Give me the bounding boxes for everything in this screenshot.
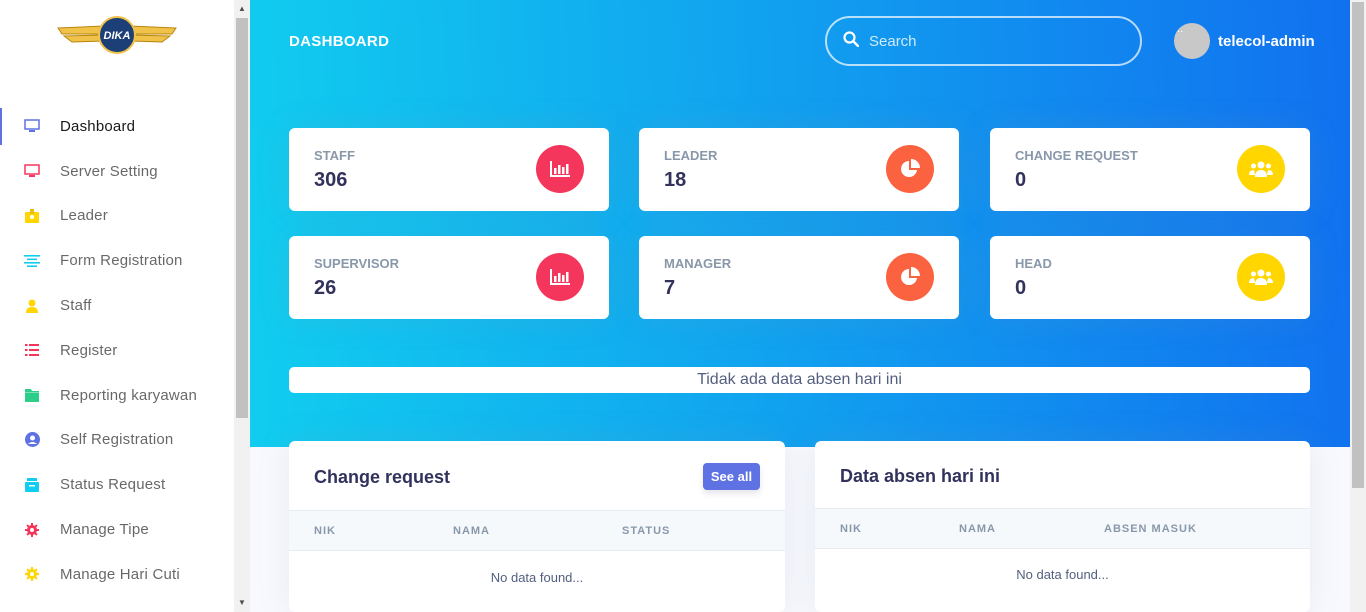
bar-chart-icon: [536, 253, 584, 301]
scroll-up-arrow-icon[interactable]: ▲: [234, 2, 250, 16]
sidebar-item-label: Status Request: [60, 476, 166, 494]
column-header[interactable]: NAMA: [959, 523, 996, 535]
sidebar-item-dashboard[interactable]: Dashboard: [0, 104, 234, 149]
bullet-list-icon: [24, 342, 40, 358]
sidebar-item-manage-tipe[interactable]: Manage Tipe: [0, 507, 234, 552]
change-request-panel: Change request See all NIK NAMA STATUS N…: [289, 441, 785, 612]
stat-card-leader: LEADER 18: [639, 128, 959, 211]
sidebar-item-register[interactable]: Register: [0, 328, 234, 373]
stat-value: 7: [664, 277, 676, 299]
user-circle-icon: [24, 432, 40, 448]
sidebar-item-status-request[interactable]: Status Request: [0, 462, 234, 507]
search-box[interactable]: [825, 16, 1142, 66]
column-header[interactable]: NIK: [314, 525, 336, 537]
sidebar-item-label: Reporting karyawan: [60, 386, 198, 404]
stat-value: 26: [314, 277, 337, 299]
sidebar-item-label: Register: [60, 341, 118, 359]
sidebar-item-leader[interactable]: Leader: [0, 194, 234, 239]
scrollbar-thumb[interactable]: [236, 18, 248, 418]
stat-value: 306: [314, 169, 348, 191]
stat-title: HEAD: [1015, 256, 1052, 271]
stat-card-supervisor: SUPERVISOR 26: [289, 236, 609, 319]
sidebar-nav: Dashboard Server Setting Leader Form Reg…: [0, 104, 234, 597]
bar-chart-icon: [536, 145, 584, 193]
stat-title: STAFF: [314, 148, 355, 163]
pie-chart-icon: [886, 145, 934, 193]
column-header[interactable]: NIK: [840, 523, 862, 535]
monitor-icon: [24, 163, 40, 179]
table-header: NIK NAMA STATUS: [289, 510, 785, 551]
stat-title: MANAGER: [664, 256, 732, 271]
dika-logo[interactable]: DIKA: [54, 14, 180, 58]
empty-message: No data found...: [490, 570, 584, 585]
table-header: NIK NAMA ABSEN MASUK: [815, 508, 1310, 549]
sidebar-item-staff[interactable]: Staff: [0, 283, 234, 328]
pie-chart-icon: [886, 253, 934, 301]
stat-value: 0: [1015, 277, 1027, 299]
empty-message: No data found...: [1016, 567, 1109, 582]
see-all-button[interactable]: See all: [703, 463, 760, 490]
gear-icon: [24, 566, 40, 582]
stat-card-head: HEAD 0: [990, 236, 1310, 319]
page-title[interactable]: DASHBOARD: [289, 33, 389, 50]
page-scrollbar[interactable]: [1350, 0, 1366, 612]
folder-icon: [24, 387, 40, 403]
sidebar-item-label: Form Registration: [60, 252, 183, 270]
column-header[interactable]: STATUS: [622, 525, 670, 537]
sidebar-item-server-setting[interactable]: Server Setting: [0, 149, 234, 194]
users-icon: [1237, 253, 1285, 301]
sidebar-item-self-registration[interactable]: Self Registration: [0, 418, 234, 463]
panel-title: Data absen hari ini: [840, 466, 1001, 486]
stat-card-staff: STAFF 306: [289, 128, 609, 211]
badge-icon: [24, 208, 40, 224]
column-header[interactable]: ABSEN MASUK: [1104, 523, 1197, 535]
search-input[interactable]: [869, 32, 1109, 50]
stat-title: CHANGE REQUEST: [1015, 148, 1138, 163]
sidebar-item-label: Staff: [60, 297, 92, 315]
scroll-down-arrow-icon[interactable]: ▼: [234, 596, 250, 610]
svg-text:DIKA: DIKA: [104, 30, 131, 42]
user-menu[interactable]: ... telecol-admin: [1174, 23, 1315, 59]
monitor-icon: [24, 118, 40, 134]
sidebar-item-label: Dashboard: [60, 117, 136, 135]
absen-panel: Data absen hari ini NIK NAMA ABSEN MASUK…: [815, 441, 1310, 612]
sidebar-item-label: Manage Hari Cuti: [60, 565, 180, 583]
search-icon: [843, 30, 860, 52]
panel-title: Change request: [314, 467, 451, 487]
align-center-icon: [24, 253, 40, 269]
stat-title: SUPERVISOR: [314, 256, 400, 271]
column-header[interactable]: NAMA: [453, 525, 490, 537]
sidebar-item-label: Self Registration: [60, 431, 174, 449]
stat-value: 0: [1015, 169, 1027, 191]
stat-card-manager: MANAGER 7: [639, 236, 959, 319]
avatar[interactable]: ...: [1174, 23, 1210, 59]
sidebar-item-manage-hari-cuti[interactable]: Manage Hari Cuti: [0, 552, 234, 597]
box-icon: [24, 477, 40, 493]
sidebar-item-label: Server Setting: [60, 162, 158, 180]
username[interactable]: telecol-admin: [1218, 33, 1315, 50]
user-icon: [24, 298, 40, 314]
sidebar-item-label: Leader: [60, 207, 108, 225]
sidebar-item-reporting-karyawan[interactable]: Reporting karyawan: [0, 373, 234, 418]
stat-value: 18: [664, 169, 687, 191]
scrollbar-thumb[interactable]: [1352, 2, 1364, 488]
stat-card-change-request: CHANGE REQUEST 0: [990, 128, 1310, 211]
sidebar-item-label: Manage Tipe: [60, 521, 149, 539]
sidebar: DIKA Dashboard Server Setting Leader For…: [0, 0, 234, 612]
sidebar-scrollbar[interactable]: ▲ ▼: [234, 0, 250, 612]
attendance-notice: Tidak ada data absen hari ini: [289, 367, 1310, 393]
stat-title: LEADER: [664, 148, 718, 163]
gear-icon: [24, 522, 40, 538]
users-icon: [1237, 145, 1285, 193]
avatar-broken-image-text: ...: [1174, 23, 1184, 35]
sidebar-item-form-registration[interactable]: Form Registration: [0, 238, 234, 283]
